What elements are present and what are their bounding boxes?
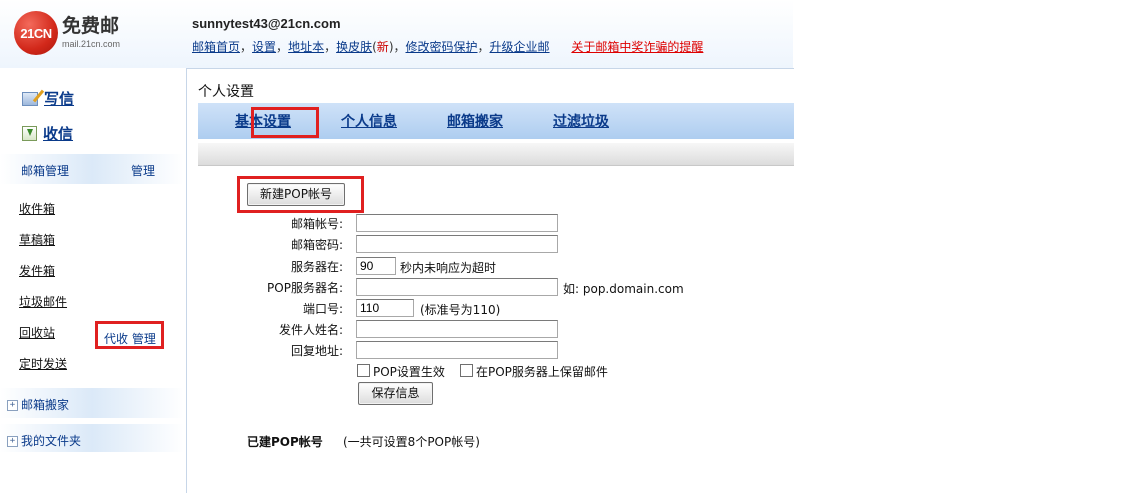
pop-server-label: POP服务器名: [267, 281, 343, 295]
proxy-manage-link[interactable]: 管理 [132, 332, 156, 346]
folder-outbox[interactable]: 发件箱 [19, 263, 67, 294]
port-input[interactable] [356, 299, 414, 317]
receive-link[interactable]: 收信 [43, 123, 73, 144]
mail-move-bar: + 邮箱搬家 [0, 388, 184, 418]
mailbox-manage-bar: 邮箱管理 管理 [0, 154, 184, 184]
top-header: 21CN 免费邮 mail.21cn.com sunnytest43@21cn.… [0, 0, 793, 68]
reply-address-input[interactable] [356, 341, 558, 359]
mailbox-manage-label[interactable]: 邮箱管理 [21, 162, 69, 179]
account-label: 邮箱帐号: [290, 217, 343, 231]
link-upgrade-enterprise[interactable]: 升级企业邮 [490, 40, 550, 54]
link-change-skin[interactable]: 换皮肤 [336, 40, 372, 54]
compose-item[interactable]: 写信 [22, 88, 74, 109]
sub-toolbar [198, 143, 794, 166]
tab-spam-filter[interactable]: 过滤垃圾 [553, 111, 609, 131]
sidebar: 写信 收信 邮箱管理 管理 收件箱 草稿箱 发件箱 垃圾邮件 回收站 定时发送 … [0, 68, 184, 492]
proxy-links: 代收 管理 [104, 330, 156, 347]
keep-on-server-checkbox[interactable] [460, 364, 473, 377]
folder-drafts[interactable]: 草稿箱 [19, 232, 67, 263]
expand-plus-icon[interactable]: + [7, 400, 18, 411]
link-mailbox-home[interactable]: 邮箱首页 [192, 40, 240, 54]
timeout-suffix: 秒内未响应为超时 [400, 261, 497, 275]
existing-pop-note: (一共可设置8个POP帐号) [343, 435, 480, 449]
link-fraud-warning[interactable]: 关于邮箱中奖诈骗的提醒 [571, 40, 703, 54]
my-files-bar: + 我的文件夹 [0, 424, 184, 452]
link-address-book[interactable]: 地址本 [288, 40, 324, 54]
folder-trash[interactable]: 回收站 [19, 325, 67, 356]
mail-move-item[interactable]: + 邮箱搬家 [7, 396, 69, 413]
pop-server-example: 如: pop.domain.com [563, 282, 684, 296]
account-email: sunnytest43@21cn.com [192, 16, 341, 31]
reply-address-label: 回复地址: [290, 344, 343, 358]
tab-personal-info[interactable]: 个人信息 [341, 111, 397, 131]
page-title: 个人设置 [198, 84, 254, 100]
existing-pop-title: 已建POP帐号 [247, 435, 323, 449]
link-password-protect[interactable]: 修改密码保护 [406, 40, 478, 54]
proxy-link[interactable]: 代收 [104, 332, 128, 346]
tab-mail-move[interactable]: 邮箱搬家 [447, 111, 503, 131]
account-input[interactable] [356, 214, 558, 232]
logo-badge: 21CN [14, 11, 58, 55]
receive-icon [22, 126, 37, 141]
folder-list: 收件箱 草稿箱 发件箱 垃圾邮件 回收站 定时发送 [19, 201, 67, 387]
password-input[interactable] [356, 235, 558, 253]
receive-item[interactable]: 收信 [22, 123, 73, 144]
logo-text: 免费邮 mail.21cn.com [62, 17, 120, 49]
pop-enable-checkbox[interactable] [357, 364, 370, 377]
port-label: 端口号: [302, 302, 343, 316]
new-pop-highlight-box [237, 176, 364, 213]
link-settings[interactable]: 设置 [252, 40, 276, 54]
password-label: 邮箱密码: [290, 238, 343, 252]
save-info-button[interactable]: 保存信息 [358, 382, 433, 405]
my-files-label: 我的文件夹 [21, 434, 82, 448]
logo-title: 免费邮 [62, 15, 120, 37]
timeout-input[interactable] [356, 257, 396, 275]
manage-link[interactable]: 管理 [131, 162, 155, 179]
folder-inbox[interactable]: 收件箱 [19, 201, 67, 232]
new-badge: 新 [376, 40, 389, 54]
pop-enable-label: POP设置生效 [373, 365, 445, 379]
mail-move-label: 邮箱搬家 [21, 398, 70, 412]
keep-on-server-label: 在POP服务器上保留邮件 [476, 365, 608, 379]
sender-name-label: 发件人姓名: [278, 323, 343, 337]
my-files-item[interactable]: + 我的文件夹 [7, 432, 81, 449]
folder-spam[interactable]: 垃圾邮件 [19, 294, 67, 325]
port-note: (标准号为110) [420, 303, 501, 317]
logo[interactable]: 21CN 免费邮 mail.21cn.com [14, 11, 120, 55]
timeout-label: 服务器在: [290, 260, 343, 274]
compose-link[interactable]: 写信 [44, 88, 74, 109]
logo-subtitle: mail.21cn.com [62, 39, 121, 49]
expand-plus-icon[interactable]: + [7, 436, 18, 447]
top-links: 邮箱首页，设置，地址本，换皮肤(新)，修改密码保护，升级企业邮 关于邮箱中奖诈骗… [192, 40, 704, 54]
sender-name-input[interactable] [356, 320, 558, 338]
folder-scheduled[interactable]: 定时发送 [19, 356, 67, 387]
compose-icon [22, 91, 38, 106]
pop-server-input[interactable] [356, 278, 558, 296]
active-tab-highlight-box [251, 107, 319, 138]
